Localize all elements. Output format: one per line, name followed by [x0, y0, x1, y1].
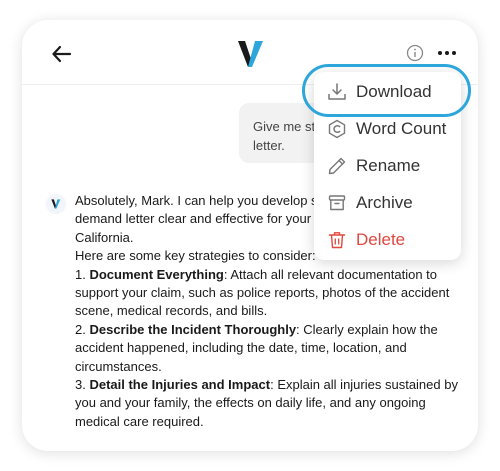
menu-item-rename[interactable]: Rename [314, 148, 461, 184]
copyright-icon [327, 119, 347, 139]
v-logo-icon [51, 199, 61, 209]
arrow-left-icon[interactable] [50, 42, 74, 66]
menu-label: Rename [356, 156, 421, 175]
menu-item-word-count[interactable]: Word Count [314, 111, 461, 147]
menu-item-download[interactable]: Download [314, 74, 461, 110]
menu-label: Word Count [356, 119, 447, 138]
assistant-avatar [46, 194, 66, 214]
info-circle-icon[interactable] [406, 44, 424, 62]
item-title: Detail the Injuries and Impact [89, 377, 271, 393]
pencil-icon [327, 156, 347, 176]
item-title: Document Everything [89, 266, 224, 282]
menu-item-delete[interactable]: Delete [314, 222, 461, 258]
item-number: 3. [75, 377, 86, 393]
v-logo-icon [238, 40, 264, 68]
item-title: Describe the Incident Thoroughly [89, 321, 297, 337]
menu-item-archive[interactable]: Archive [314, 185, 461, 221]
item-number: 1. [75, 266, 86, 282]
menu-label: Archive [356, 193, 413, 212]
strategy-item-1: 1. Document Everything: Attach all relev… [75, 266, 450, 319]
item-number: 2. [75, 321, 86, 337]
strategy-item-2: 2. Describe the Incident Thoroughly: Cle… [75, 321, 438, 374]
download-icon [327, 82, 347, 102]
menu-label: Download [356, 82, 432, 101]
strategy-item-3: 3. Detail the Injuries and Impact: Expla… [75, 377, 458, 429]
trash-icon [327, 230, 347, 250]
more-options-menu: Download Word Count Rename Archive Delet… [314, 72, 461, 260]
more-horizontal-icon[interactable] [437, 44, 457, 62]
archive-box-icon [327, 193, 347, 213]
menu-label: Delete [356, 230, 406, 249]
